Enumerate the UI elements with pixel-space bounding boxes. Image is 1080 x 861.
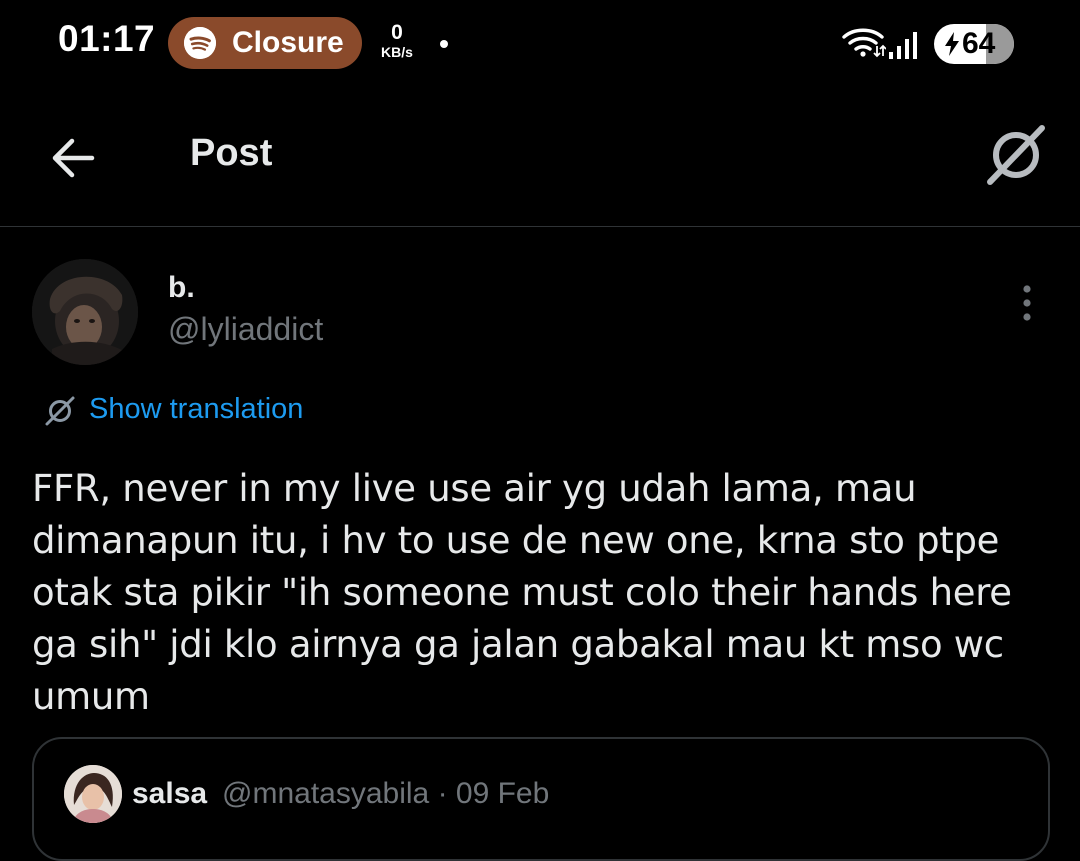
quoted-avatar	[64, 765, 122, 823]
quoted-post-card[interactable]: salsa @mnatasyabila · 09 Feb	[32, 737, 1050, 861]
cellular-signal-icon	[888, 30, 922, 65]
avatar[interactable]	[32, 259, 138, 365]
now-playing-label: Closure	[232, 26, 344, 59]
back-button[interactable]	[48, 132, 100, 184]
post-text: FFR, never in my live use air yg udah la…	[32, 467, 1012, 718]
more-vertical-icon	[1023, 285, 1031, 321]
network-speed-unit: KB/s	[381, 44, 413, 60]
wifi-icon	[842, 26, 887, 63]
spotify-icon	[184, 27, 216, 59]
more-options-button[interactable]	[1010, 283, 1044, 323]
username[interactable]: @lyliaddict	[168, 311, 323, 348]
battery-level: 64	[962, 27, 996, 60]
status-time: 01:17	[58, 18, 156, 59]
notification-dot	[440, 40, 448, 48]
app-header: Post	[0, 88, 1080, 227]
network-speed-value: 0	[391, 21, 403, 44]
grok-icon	[987, 125, 1045, 185]
arrow-left-icon	[52, 138, 95, 178]
display-name[interactable]: b.	[168, 271, 195, 305]
post: b. @lyliaddict Show translation FFR, nev…	[0, 227, 1080, 861]
quoted-meta: @mnatasyabila · 09 Feb	[222, 777, 549, 811]
grok-translate-icon	[44, 395, 76, 432]
quoted-username: @mnatasyabila	[222, 777, 430, 810]
battery-indicator: 64	[934, 24, 1014, 64]
status-bar: 01:17 Closure 0 KB/s 64	[0, 0, 1080, 88]
page-title: Post	[190, 132, 273, 174]
network-speed: 0 KB/s	[376, 22, 418, 59]
show-translation-label: Show translation	[89, 393, 304, 425]
charging-bolt-icon	[944, 32, 960, 61]
now-playing-pill[interactable]: Closure	[168, 17, 362, 69]
quoted-separator: ·	[437, 777, 448, 810]
grok-button[interactable]	[984, 122, 1048, 186]
quoted-date: 09 Feb	[455, 777, 550, 810]
quoted-display-name: salsa	[132, 777, 208, 810]
